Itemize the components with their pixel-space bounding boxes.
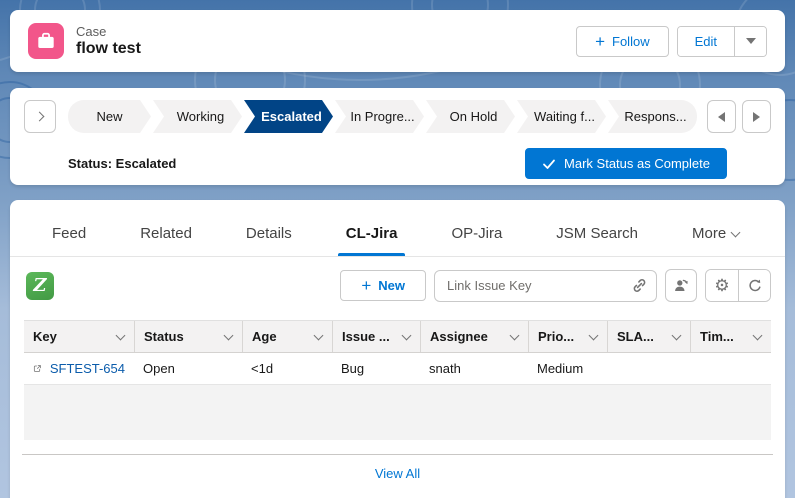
column-header-issue-type[interactable]: Issue ... xyxy=(332,321,420,352)
settings-button[interactable]: ⚙ xyxy=(706,270,738,301)
column-header-priority[interactable]: Prio... xyxy=(528,321,607,352)
column-header-age[interactable]: Age xyxy=(242,321,332,352)
gear-icon: ⚙ xyxy=(714,277,729,294)
path-scroll-left-button[interactable] xyxy=(707,100,736,133)
jira-toolbar: Z + New xyxy=(10,257,785,312)
path-stage-waiting[interactable]: Waiting f... xyxy=(517,100,606,133)
issue-key-link[interactable]: SFTEST-654 xyxy=(50,361,125,376)
cell-priority: Medium xyxy=(528,353,607,384)
jira-connector-logo-icon: Z xyxy=(26,272,54,300)
tab-cl-jira[interactable]: CL-Jira xyxy=(344,225,400,256)
entity-label: Case xyxy=(76,24,576,39)
column-header-status[interactable]: Status xyxy=(134,321,242,352)
path-stage-response[interactable]: Respons... xyxy=(608,100,697,133)
triangle-down-icon xyxy=(746,38,756,44)
plus-icon: + xyxy=(595,33,605,50)
path-stage-new[interactable]: New xyxy=(68,100,151,133)
edit-dropdown-button[interactable] xyxy=(734,27,766,56)
tab-jsm-search[interactable]: JSM Search xyxy=(554,225,640,256)
path-stages: New Working Escalated In Progre... On Ho… xyxy=(68,100,697,133)
change-assignee-button[interactable] xyxy=(665,269,697,302)
cell-status: Open xyxy=(134,353,242,384)
page-background: Case flow test + Follow Edit New Work xyxy=(0,0,795,498)
issues-table: Key Status Age Issue ... Assignee Prio..… xyxy=(24,320,771,440)
path-stage-escalated[interactable]: Escalated xyxy=(244,100,333,133)
tab-op-jira[interactable]: OP-Jira xyxy=(449,225,504,256)
mark-status-complete-button[interactable]: Mark Status as Complete xyxy=(525,148,727,179)
new-issue-button-label: New xyxy=(378,278,405,293)
plus-icon: + xyxy=(361,277,371,294)
new-issue-button[interactable]: + New xyxy=(340,270,426,301)
chevron-down-icon xyxy=(116,330,126,340)
cell-assignee: snath xyxy=(420,353,528,384)
refresh-button[interactable] xyxy=(738,270,770,301)
edit-button-group: Edit xyxy=(677,26,767,57)
column-header-sla[interactable]: SLA... xyxy=(607,321,690,352)
chevron-down-icon xyxy=(224,330,234,340)
mark-status-complete-label: Mark Status as Complete xyxy=(564,156,710,171)
table-empty-area xyxy=(24,385,771,440)
chevron-down-icon xyxy=(753,330,763,340)
cell-issue-type: Bug xyxy=(332,353,420,384)
case-object-icon xyxy=(28,23,64,59)
chevron-down-icon xyxy=(672,330,682,340)
tab-bar: Feed Related Details CL-Jira OP-Jira JSM… xyxy=(10,200,785,257)
triangle-left-icon xyxy=(718,112,725,122)
tab-feed[interactable]: Feed xyxy=(50,225,88,256)
checkmark-icon xyxy=(542,157,556,171)
column-header-time[interactable]: Tim... xyxy=(690,321,771,352)
triangle-right-icon xyxy=(753,112,760,122)
external-link-icon[interactable] xyxy=(33,361,42,376)
path-expand-button[interactable] xyxy=(24,100,56,133)
column-header-assignee[interactable]: Assignee xyxy=(420,321,528,352)
tab-more[interactable]: More xyxy=(690,225,741,256)
status-text: Status: Escalated xyxy=(68,156,176,171)
view-all-link[interactable]: View All xyxy=(10,466,785,481)
follow-button-label: Follow xyxy=(612,34,650,49)
record-tabs-card: Feed Related Details CL-Jira OP-Jira JSM… xyxy=(10,200,785,498)
chevron-down-icon xyxy=(510,330,520,340)
path-scroll-right-button[interactable] xyxy=(742,100,771,133)
link-icon xyxy=(631,277,648,294)
table-row: SFTEST-654 Open <1d Bug snath Medium xyxy=(24,353,771,385)
link-issue-key-input[interactable] xyxy=(434,270,657,302)
chevron-down-icon xyxy=(314,330,324,340)
cell-sla xyxy=(607,353,690,384)
refresh-icon xyxy=(747,278,763,294)
record-header-card: Case flow test + Follow Edit xyxy=(10,10,785,72)
path-card: New Working Escalated In Progre... On Ho… xyxy=(10,88,785,185)
chevron-down-icon xyxy=(589,330,599,340)
edit-button[interactable]: Edit xyxy=(678,27,734,56)
cell-time xyxy=(690,353,771,384)
path-stage-working[interactable]: Working xyxy=(153,100,242,133)
follow-button[interactable]: + Follow xyxy=(576,26,669,57)
footer-divider xyxy=(22,454,773,455)
table-actions-group: ⚙ xyxy=(705,269,771,302)
path-stage-on-hold[interactable]: On Hold xyxy=(426,100,515,133)
path-stage-in-progress[interactable]: In Progre... xyxy=(335,100,424,133)
briefcase-icon xyxy=(35,30,57,52)
chevron-down-icon xyxy=(402,330,412,340)
tab-related[interactable]: Related xyxy=(138,225,194,256)
page-title: flow test xyxy=(76,39,576,59)
column-header-key[interactable]: Key xyxy=(24,321,134,352)
cell-age: <1d xyxy=(242,353,332,384)
tab-details[interactable]: Details xyxy=(244,225,294,256)
chevron-right-icon xyxy=(34,112,44,122)
user-arrow-icon xyxy=(673,277,690,294)
table-header-row: Key Status Age Issue ... Assignee Prio..… xyxy=(24,320,771,353)
chevron-down-icon xyxy=(731,227,741,237)
